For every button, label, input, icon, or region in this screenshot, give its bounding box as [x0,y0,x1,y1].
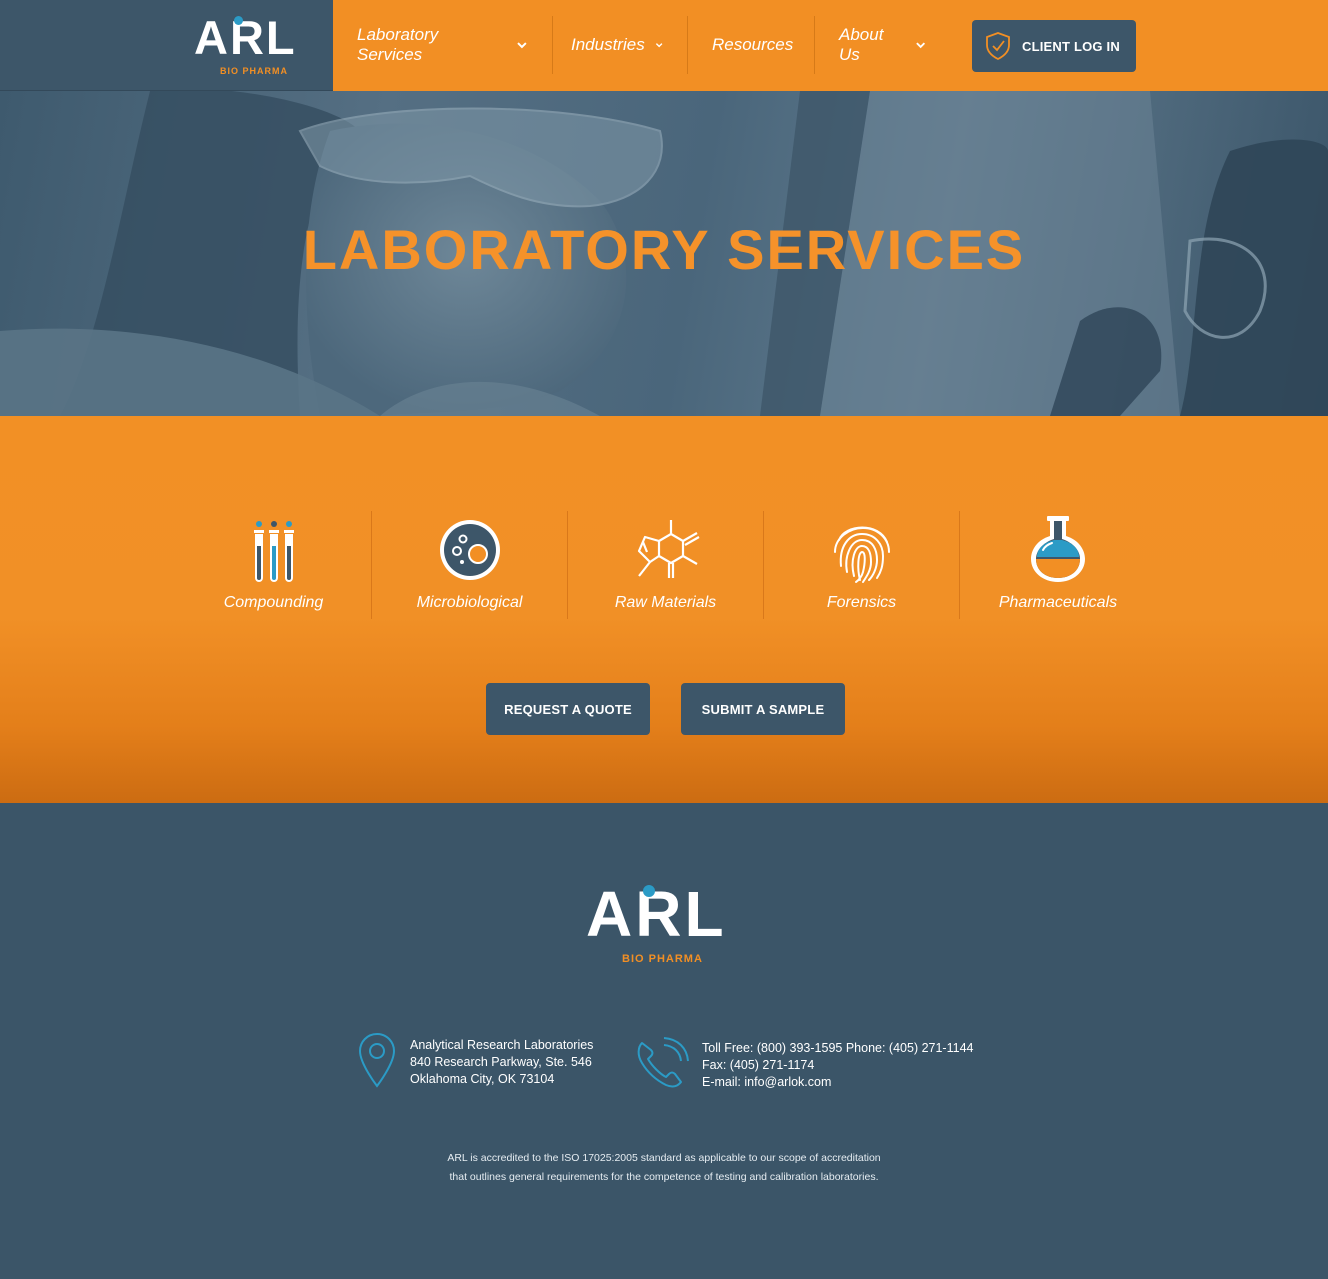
page-title: LABORATORY SERVICES [302,218,1026,281]
client-login-button[interactable]: CLIENT LOG IN [972,20,1136,72]
accreditation-line-1: ARL is accredited to the ISO 17025:2005 … [447,1152,881,1164]
address-line-3: Oklahoma City, OK 73104 [410,1072,555,1086]
footer-contact: Toll Free: (800) 393-1595 Phone: (405) 2… [702,1040,973,1091]
service-microbiological[interactable]: Microbiological [372,511,568,619]
contact-phone[interactable]: Toll Free: (800) 393-1595 Phone: (405) 2… [702,1040,973,1057]
molecule-icon [637,520,700,578]
chevron-down-icon [517,42,527,49]
nav-resources[interactable]: Resources [688,16,815,74]
logo-letters: ARL [194,11,297,64]
footer-address: Analytical Research Laboratories 840 Res… [410,1037,593,1088]
map-pin-icon [358,1032,396,1088]
services-section: Compounding Microbiological Raw Material… [0,416,1328,803]
request-quote-button[interactable]: REQUEST A QUOTE [486,683,650,735]
hero-banner: LABORATORY SERVICES [0,91,1328,416]
nav-about-us[interactable]: About Us [815,16,950,74]
chevron-down-icon [655,43,663,48]
footer-logo-letters: ARL [586,878,727,950]
footer-logo-dot [643,885,655,897]
logo-area: ARL BIO PHARMA [0,0,333,91]
site-header: ARL BIO PHARMA Laboratory Services Indus… [0,0,1328,91]
shield-check-icon [986,32,1010,61]
service-label: Pharmaceuticals [998,594,1118,611]
phone-icon [637,1037,689,1088]
nav-industries[interactable]: Industries [553,16,688,74]
services-row: Compounding Microbiological Raw Material… [176,511,1156,619]
site-footer: ARL BIO PHARMA Analytical Research Labor… [0,803,1328,1279]
main-nav: Laboratory Services Industries Resources… [333,16,950,74]
address-line-2: 840 Research Parkway, Ste. 546 [410,1055,592,1069]
flask-icon [1031,516,1085,582]
login-label: CLIENT LOG IN [1022,38,1120,54]
accreditation-line-2: that outlines general requirements for t… [449,1171,879,1183]
nav-label: Industries [571,35,645,54]
petri-dish-icon [439,520,500,580]
service-forensics[interactable]: Forensics [764,511,960,619]
nav-label: About Us [839,25,884,64]
contact-email[interactable]: E-mail: info@arlok.com [702,1074,973,1091]
footer-logo[interactable]: ARL BIO PHARMA [586,881,746,967]
test-tubes-icon [253,521,294,582]
nav-laboratory-services[interactable]: Laboratory Services [333,16,553,74]
service-raw-materials[interactable]: Raw Materials [568,511,764,619]
service-label: Forensics [826,594,897,611]
nav-label: Laboratory Services [357,25,439,64]
accreditation-text: ARL is accredited to the ISO 17025:2005 … [414,1149,914,1187]
service-compounding[interactable]: Compounding [176,511,372,619]
fingerprint-icon [833,526,890,583]
site-logo[interactable]: ARL BIO PHARMA [194,14,306,78]
contact-fax: Fax: (405) 271-1174 [702,1058,815,1072]
service-label: Raw Materials [614,594,717,611]
logo-dot [234,16,243,25]
footer-logo-subtitle: BIO PHARMA [622,953,703,965]
service-label: Microbiological [416,594,523,611]
nav-label: Resources [712,35,794,54]
submit-sample-button[interactable]: SUBMIT A SAMPLE [681,683,845,735]
address-line-1: Analytical Research Laboratories [410,1038,594,1052]
service-pharmaceuticals[interactable]: Pharmaceuticals [960,511,1156,619]
chevron-down-icon [915,42,925,49]
logo-subtitle: BIO PHARMA [220,66,288,76]
service-label: Compounding [223,594,324,611]
